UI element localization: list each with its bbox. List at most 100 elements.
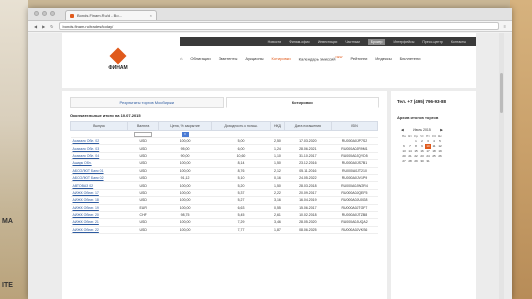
top-link[interactable]: Частным [345,40,360,44]
top-link-active[interactable]: Брокер [367,38,386,45]
top-link[interactable]: Интерфейсы [393,40,414,44]
nav-item[interactable]: Рейтинги [350,56,367,61]
archive-calendar: ◀ Июль 2015 ▶ Пн Вт Ср Чт Пт Сб Вс 1 2 3 4 5 6 7 8 9 10 1… [401,128,443,164]
address-bar[interactable]: bonds.finam.ru/trades/today/ [58,22,499,30]
forward-icon[interactable]: ▶ [42,24,45,29]
next-month-icon[interactable]: ▶ [440,128,443,132]
table-cell: 100,00 [158,167,212,175]
prev-month-icon[interactable]: ◀ [401,128,404,132]
column-header[interactable]: Выпуск [69,121,129,131]
table-cell: RU000A0JP7S2 [331,137,378,146]
top-nav: Новости Финам-офис Инвестиции Частным Бр… [180,37,476,46]
table-cell: 98,75 [158,211,212,220]
currency-filter-input[interactable] [134,131,153,137]
top-link[interactable]: Пресс-центр [422,40,442,44]
bond-name-link[interactable]: Асахалк Обл. 02 [70,137,128,146]
table-cell: 28.06.2021 [284,144,332,153]
site-header: Новости Финам-офис Инвестиции Частным Бр… [62,33,476,88]
table-cell: RU000A0JTGF7 [331,204,378,212]
top-link[interactable]: Контакты [451,40,466,44]
table-cell: 08.06.2025 [284,226,332,235]
bond-name-link[interactable]: Ашарк Обл. [70,159,128,168]
table-cell: USD [127,137,159,146]
menu-icon[interactable]: ≡ [504,24,506,29]
table-row: АБСОЛЮТ Банк 02 USD 91,12 5,10 0,16 24.05.202… [70,174,378,183]
back-icon[interactable]: ◀ [34,24,37,29]
bond-name-link[interactable]: Асахалк Обл. 04 [70,152,128,161]
nav-item[interactable]: Бюллетени [400,56,421,61]
column-header[interactable]: Валюта [127,121,160,131]
close-tab-icon[interactable]: × [150,13,152,18]
table-cell: 7,29 [211,218,271,227]
table-cell: 5,27 [211,196,271,205]
table-row: АВТОВАЗ 02 USD 100,00 5,20 1,50 28.03.2018 RU0… [70,181,378,190]
bond-name-link[interactable]: АИЖК Облиг. 19 [70,204,128,212]
tab-title: Bonds.Finam.Ru/d - Bo... [77,13,122,18]
nav-item[interactable]: Эмитенты [219,56,238,61]
filter-apply-button[interactable]: ▾ [181,131,189,137]
nav-item[interactable]: Аукционы [245,56,263,61]
reload-icon[interactable]: ↻ [50,24,53,29]
browser-tab[interactable]: Bonds.Finam.Ru/d - Bo... × [65,10,157,20]
bond-name-link[interactable]: АИЖК Облиг. 22 [70,226,128,235]
table-row: АИЖК Облиг. 21 USD 100,00 7,29 3,46 28.05.202… [70,218,378,227]
column-header[interactable]: Цена, % закрытие [158,121,212,131]
table-row: Асахалк Обл. 04 USD 90,00 10,60 1,10 31.10.20… [70,152,378,161]
table-cell: 100,00 [158,159,212,168]
window-controls [34,11,55,16]
column-header[interactable]: Дата погашения [283,121,332,131]
bond-name-link[interactable]: АБСОЛЮТ Банк 02 [70,174,128,183]
table-cell: 5,37 [211,189,271,198]
table-cell: 0,55 [270,204,285,212]
top-link[interactable]: Новости [268,40,282,44]
table-cell: 5,10 [211,174,271,183]
zoom-window-button[interactable] [50,11,55,16]
nav-item-active[interactable]: Котировки [272,56,291,61]
table-cell: 15.06.2017 [284,204,332,212]
main-nav: ⌂ Облигации Эмитенты Аукционы Котировки … [180,55,420,61]
bond-name-link[interactable]: АВТОВАЗ 02 [70,181,128,190]
address-text: bonds.finam.ru/trades/today/ [62,23,114,29]
home-icon[interactable]: ⌂ [180,56,182,61]
table-cell: 2,12 [270,167,285,175]
bond-name-link[interactable]: Асахалк Обл. 03 [70,144,128,153]
table-cell: 17.03.2020 [284,137,332,146]
table-title: Окончательные итоги на 10.07.2015 [70,113,141,118]
table-cell: 95,00 [158,144,212,153]
table-cell: RU000A0JR9M1 [331,144,378,153]
table-cell: USD [127,167,159,175]
column-header[interactable]: Доходность к погаш. [210,121,272,131]
site-logo[interactable]: ФИНАМ [98,47,138,76]
tab-quotes[interactable]: Котировки [225,97,379,108]
bond-name-link[interactable]: АИЖК Облиг. 21 [70,218,128,227]
bond-name-link[interactable]: АИЖК Облиг. 20 [70,211,128,220]
minimize-window-button[interactable] [42,11,47,16]
calendar-month: Июль 2015 [413,128,431,132]
bond-name-link[interactable]: АИЖК Облиг. 17 [70,189,128,198]
bond-name-link[interactable]: АИЖК Облиг. 18 [70,196,128,205]
page-scrollbar[interactable] [499,33,504,299]
scrollbar-thumb[interactable] [500,73,503,113]
table-cell: EUR [127,204,159,212]
close-window-button[interactable] [34,11,39,16]
nav-item[interactable]: Индексы [375,56,391,61]
main-content: Результаты торгов Мосбиржи Котировки Око… [62,91,387,299]
bond-name-link[interactable]: АБСОЛЮТ Банк 01 [70,167,128,175]
nav-item[interactable]: Облигации [190,56,210,61]
column-header[interactable]: ISIN [330,121,379,131]
nav-item[interactable]: Календарь эмиссийNEW [299,55,343,61]
filter-cell [270,130,285,138]
table-cell: 2,50 [270,137,285,146]
table-row: АИЖК Облиг. 18 USD 100,00 5,27 3,16 16.04.201… [70,196,378,205]
background-label: МА [2,218,13,225]
browser-titlebar: Bonds.Finam.Ru/d - Bo... × [28,8,512,21]
column-header[interactable]: НКД [270,121,285,131]
table-cell: 100,00 [158,196,212,205]
top-link[interactable]: Инвестиции [318,40,337,44]
top-link[interactable]: Финам-офис [289,40,310,44]
tab-exchange-results[interactable]: Результаты торгов Мосбиржи [70,97,224,108]
table-cell: USD [127,196,159,205]
table-body: ▾ Асахалк Обл. 02 USD 100,00 5,00 2,50 17.03.… [70,130,378,235]
table-cell: USD [127,181,159,190]
table-header-row: Выпуск Валюта Цена, % закрытие Доходность к… [69,121,379,131]
